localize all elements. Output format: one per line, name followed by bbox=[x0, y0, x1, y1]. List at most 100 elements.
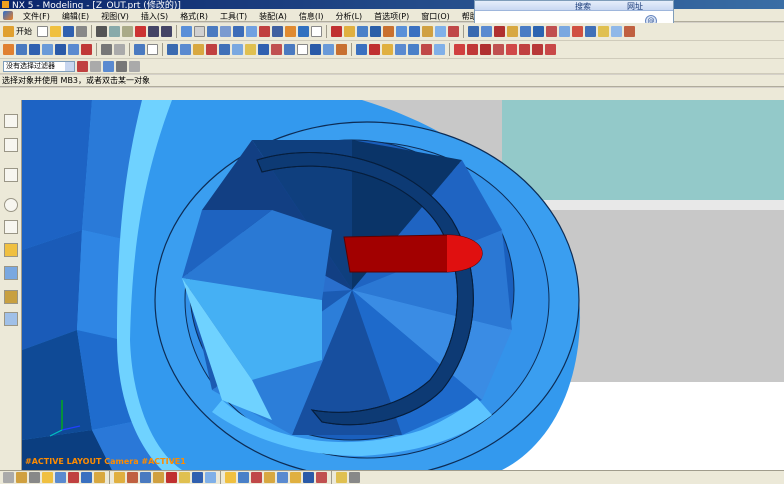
tool-icon[interactable] bbox=[336, 472, 347, 483]
ellipse-icon[interactable] bbox=[532, 44, 543, 55]
split-icon[interactable] bbox=[598, 26, 609, 37]
tube-icon[interactable] bbox=[81, 44, 92, 55]
dimension-icon[interactable] bbox=[4, 266, 18, 280]
arc-icon[interactable] bbox=[467, 44, 478, 55]
graphics-viewport[interactable]: #ACTIVE LAYOUT Camera #ACTIVE1 bbox=[22, 100, 784, 470]
menu-information[interactable]: 信息(I) bbox=[293, 10, 330, 23]
tool-icon[interactable] bbox=[225, 472, 236, 483]
chamfer-icon[interactable] bbox=[481, 26, 492, 37]
tool-icon[interactable] bbox=[55, 472, 66, 483]
tools-icon[interactable] bbox=[101, 44, 112, 55]
section-icon[interactable] bbox=[297, 44, 308, 55]
tool-icon[interactable] bbox=[29, 472, 40, 483]
tool-icon[interactable] bbox=[205, 472, 216, 483]
tool-icon[interactable] bbox=[16, 472, 27, 483]
tool-icon[interactable] bbox=[179, 472, 190, 483]
swept-icon[interactable] bbox=[408, 44, 419, 55]
blend-icon[interactable] bbox=[468, 26, 479, 37]
menu-view[interactable]: 视图(V) bbox=[95, 10, 135, 23]
measure-icon[interactable] bbox=[4, 198, 18, 212]
pattern-icon[interactable] bbox=[533, 26, 544, 37]
menu-window[interactable]: 窗口(O) bbox=[415, 10, 456, 23]
wireframe-icon[interactable] bbox=[272, 26, 283, 37]
delete-icon[interactable] bbox=[135, 26, 146, 37]
mirror-icon[interactable] bbox=[520, 26, 531, 37]
edit-param-icon[interactable] bbox=[180, 44, 191, 55]
surface-icon[interactable] bbox=[356, 44, 367, 55]
selection-filter-dropdown[interactable]: 没有选择过滤器 bbox=[3, 60, 75, 72]
unite-icon[interactable] bbox=[546, 26, 557, 37]
layer-icon[interactable] bbox=[285, 26, 296, 37]
spline-icon[interactable] bbox=[382, 44, 393, 55]
tool-icon[interactable] bbox=[192, 472, 203, 483]
tool-icon[interactable] bbox=[153, 472, 164, 483]
polygon-icon[interactable] bbox=[519, 44, 530, 55]
point-icon[interactable] bbox=[344, 26, 355, 37]
tool-icon[interactable] bbox=[81, 472, 92, 483]
rectangle-icon[interactable] bbox=[506, 44, 517, 55]
cut-icon[interactable] bbox=[96, 26, 107, 37]
sphere-icon[interactable] bbox=[68, 44, 79, 55]
revolve-icon[interactable] bbox=[370, 26, 381, 37]
expression-icon[interactable] bbox=[245, 44, 256, 55]
search-button[interactable]: 搜索 bbox=[575, 1, 591, 12]
circle-icon[interactable] bbox=[480, 44, 491, 55]
work-layer-icon[interactable] bbox=[134, 44, 145, 55]
line-icon[interactable] bbox=[454, 44, 465, 55]
redo-icon[interactable] bbox=[161, 26, 172, 37]
orient-icon[interactable] bbox=[246, 26, 257, 37]
slot-icon[interactable] bbox=[435, 26, 446, 37]
zoom-icon[interactable] bbox=[207, 26, 218, 37]
tool-icon[interactable] bbox=[303, 472, 314, 483]
tool-icon[interactable] bbox=[251, 472, 262, 483]
select-all-icon[interactable] bbox=[103, 60, 114, 72]
history-icon[interactable] bbox=[4, 290, 18, 304]
nx-logo-icon[interactable] bbox=[3, 11, 13, 20]
sew-icon[interactable] bbox=[624, 26, 635, 37]
replay-icon[interactable] bbox=[232, 44, 243, 55]
view-icon[interactable] bbox=[4, 312, 18, 326]
tool-icon[interactable] bbox=[316, 472, 327, 483]
light-icon[interactable] bbox=[336, 44, 347, 55]
conic-icon[interactable] bbox=[545, 44, 556, 55]
pocket-icon[interactable] bbox=[409, 26, 420, 37]
intersect-icon[interactable] bbox=[572, 26, 583, 37]
save-icon[interactable] bbox=[63, 26, 74, 37]
deselect-icon[interactable] bbox=[116, 60, 127, 72]
pad-icon[interactable] bbox=[422, 26, 433, 37]
start-button[interactable]: 开始 bbox=[16, 26, 32, 37]
bounded-plane-icon[interactable] bbox=[434, 44, 445, 55]
tool-icon[interactable] bbox=[264, 472, 275, 483]
shell-icon[interactable] bbox=[494, 26, 505, 37]
draft-icon[interactable] bbox=[507, 26, 518, 37]
palette-icon[interactable] bbox=[4, 243, 18, 257]
blank-view-icon[interactable] bbox=[147, 44, 158, 55]
ruled-icon[interactable] bbox=[421, 44, 432, 55]
boss-icon[interactable] bbox=[396, 26, 407, 37]
sketch-icon[interactable] bbox=[3, 44, 14, 55]
render-icon[interactable] bbox=[310, 44, 321, 55]
fit-icon[interactable] bbox=[194, 26, 205, 37]
hole-icon[interactable] bbox=[383, 26, 394, 37]
blank-icon[interactable] bbox=[311, 26, 322, 37]
copy-icon[interactable] bbox=[109, 26, 120, 37]
through-curves-icon[interactable] bbox=[395, 44, 406, 55]
menu-preferences[interactable]: 首选项(P) bbox=[368, 10, 415, 23]
tool-icon[interactable] bbox=[94, 472, 105, 483]
tool-icon[interactable] bbox=[127, 472, 138, 483]
menu-assembly[interactable]: 装配(A) bbox=[253, 10, 293, 23]
tool-icon[interactable] bbox=[68, 472, 79, 483]
snap-point-icon[interactable] bbox=[77, 60, 88, 72]
tool-icon[interactable] bbox=[42, 472, 53, 483]
new-icon[interactable] bbox=[37, 26, 48, 37]
dropdown-icon[interactable] bbox=[114, 44, 125, 55]
view-icon[interactable] bbox=[298, 26, 309, 37]
move-icon[interactable] bbox=[258, 44, 269, 55]
fillet-curve-icon[interactable] bbox=[493, 44, 504, 55]
paste-icon[interactable] bbox=[122, 26, 133, 37]
menu-analysis[interactable]: 分析(L) bbox=[329, 10, 368, 23]
trim-icon[interactable] bbox=[585, 26, 596, 37]
web-button[interactable]: 网址 bbox=[627, 1, 643, 12]
dropdown-icon[interactable] bbox=[90, 60, 101, 72]
open-icon[interactable] bbox=[50, 26, 61, 37]
